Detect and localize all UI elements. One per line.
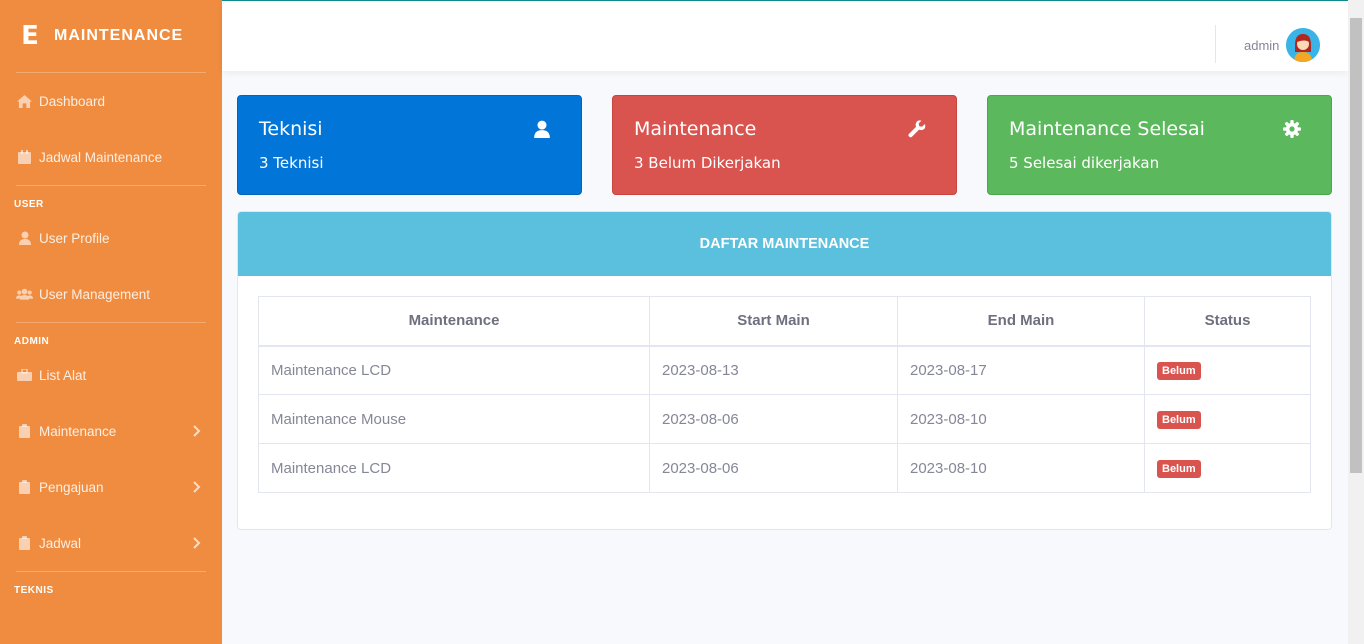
status-badge: Belum — [1157, 410, 1201, 429]
cell-status: Belum — [1144, 443, 1311, 493]
sidebar-item-jadwal-maintenance[interactable]: Jadwal Maintenance — [0, 129, 222, 185]
cell-start-main: 2023-08-06 — [649, 394, 898, 444]
panel-title: DAFTAR MAINTENANCE — [238, 212, 1331, 276]
sidebar-item-label: User Management — [39, 286, 151, 302]
user-icon — [16, 231, 33, 245]
cell-end-main: 2023-08-10 — [897, 394, 1145, 444]
cell-maintenance: Maintenance LCD — [258, 443, 650, 493]
wrench-icon — [908, 120, 926, 138]
brand-logo: E — [21, 21, 39, 51]
calendar-icon — [16, 150, 33, 164]
column-header-status[interactable]: Status — [1144, 296, 1311, 347]
users-icon — [16, 287, 33, 301]
card-subtitle: 3 Belum Dikerjakan — [634, 154, 781, 172]
cell-maintenance: Maintenance Mouse — [258, 394, 650, 444]
card-teknisi[interactable]: Teknisi 3 Teknisi — [237, 95, 582, 195]
sidebar-item-label: Maintenance — [39, 423, 117, 439]
gear-icon — [1283, 120, 1301, 138]
sidebar-item-pengajuan[interactable]: Pengajuan — [0, 459, 222, 515]
sidebar-item-label: Jadwal — [39, 535, 82, 551]
sidebar-item-label: Dashboard — [39, 93, 106, 109]
brand[interactable]: E MAINTENANCE — [0, 0, 222, 72]
status-badge: Belum — [1157, 361, 1201, 380]
column-header-start-main[interactable]: Start Main — [649, 296, 898, 347]
scrollbar-thumb[interactable] — [1350, 18, 1362, 473]
status-badge: Belum — [1157, 459, 1201, 478]
sidebar-item-jadwal[interactable]: Jadwal — [0, 515, 222, 571]
maintenance-list-panel: DAFTAR MAINTENANCE Maintenance Start Mai… — [237, 211, 1332, 530]
sidebar: E MAINTENANCE Dashboard Jadwal Maintenan… — [0, 0, 222, 644]
card-subtitle: 5 Selesai dikerjakan — [1009, 154, 1160, 172]
table-header-row: Maintenance Start Main End Main Status — [258, 296, 1311, 347]
sidebar-heading-teknis: TEKNIS — [14, 585, 54, 596]
table-row[interactable]: Maintenance Mouse 2023-08-06 2023-08-10 … — [258, 394, 1311, 444]
sidebar-item-label: User Profile — [39, 230, 110, 246]
clipboard-icon — [16, 536, 33, 550]
sidebar-item-user-management[interactable]: User Management — [0, 266, 222, 322]
cell-start-main: 2023-08-06 — [649, 443, 898, 493]
card-maintenance[interactable]: Maintenance 3 Belum Dikerjakan — [612, 95, 957, 195]
cell-status: Belum — [1144, 394, 1311, 444]
card-title: Maintenance — [634, 118, 757, 140]
card-title: Teknisi — [259, 118, 323, 140]
column-header-end-main[interactable]: End Main — [897, 296, 1145, 347]
card-title: Maintenance Selesai — [1009, 118, 1205, 140]
table-row[interactable]: Maintenance LCD 2023-08-13 2023-08-17 Be… — [258, 345, 1311, 395]
cell-end-main: 2023-08-17 — [897, 345, 1145, 395]
card-subtitle: 3 Teknisi — [259, 154, 324, 172]
sidebar-item-label: List Alat — [39, 367, 87, 383]
chevron-right-icon — [193, 425, 201, 437]
brand-title: MAINTENANCE — [54, 27, 184, 44]
clipboard-icon — [16, 480, 33, 494]
cell-start-main: 2023-08-13 — [649, 345, 898, 395]
column-header-maintenance[interactable]: Maintenance — [258, 296, 650, 347]
user-name[interactable]: admin — [1244, 38, 1279, 53]
sidebar-heading-user: USER — [14, 199, 44, 210]
sidebar-item-maintenance[interactable]: Maintenance — [0, 403, 222, 459]
sidebar-item-user-profile[interactable]: User Profile — [0, 210, 222, 266]
home-icon — [16, 94, 33, 108]
toolbox-icon — [16, 368, 33, 382]
sidebar-heading-admin: ADMIN — [14, 336, 50, 347]
sidebar-item-list-alat[interactable]: List Alat — [0, 347, 222, 403]
cell-maintenance: Maintenance LCD — [258, 345, 650, 395]
maintenance-table: Maintenance Start Main End Main Status M… — [258, 296, 1311, 493]
chevron-right-icon — [193, 537, 201, 549]
chevron-right-icon — [193, 481, 201, 493]
topbar-divider — [1215, 25, 1216, 63]
avatar[interactable] — [1286, 28, 1320, 62]
sidebar-item-label: Pengajuan — [39, 479, 104, 495]
cell-end-main: 2023-08-10 — [897, 443, 1145, 493]
topbar: admin — [222, 0, 1348, 71]
cell-status: Belum — [1144, 345, 1311, 395]
sidebar-item-label: Jadwal Maintenance — [39, 149, 163, 165]
sidebar-item-dashboard[interactable]: Dashboard — [0, 73, 222, 129]
user-icon — [534, 120, 550, 138]
card-maintenance-selesai[interactable]: Maintenance Selesai 5 Selesai dikerjakan — [987, 95, 1332, 195]
clipboard-icon — [16, 424, 33, 438]
table-row[interactable]: Maintenance LCD 2023-08-06 2023-08-10 Be… — [258, 443, 1311, 493]
